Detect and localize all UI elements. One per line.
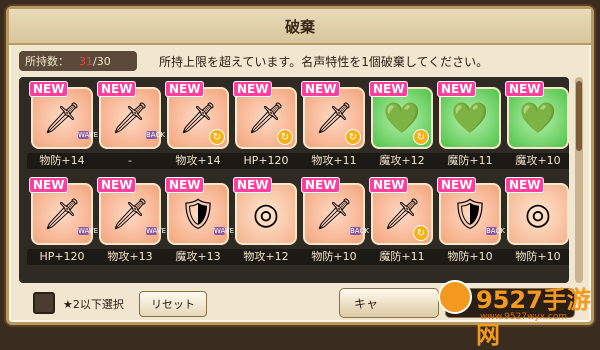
discard-notice: 所持上限を超えています。名声特性を1個破棄してください。 xyxy=(159,55,489,69)
new-badge: NEW xyxy=(233,81,273,97)
grid-scrollbar[interactable] xyxy=(575,77,583,283)
count-label: 所持数： xyxy=(25,55,69,68)
position-tag: WAVE xyxy=(78,227,99,235)
position-tag: WAVE xyxy=(214,227,235,235)
heart-icon: 💚 xyxy=(451,100,489,136)
new-badge: NEW xyxy=(437,177,477,193)
new-badge: NEW xyxy=(165,177,205,193)
trait-stat: 魔攻+13 xyxy=(163,249,233,265)
new-badge: NEW xyxy=(233,177,273,193)
new-badge: NEW xyxy=(369,81,409,97)
sword-icon: 🗡 xyxy=(110,196,150,232)
sword-icon: 🗡 xyxy=(42,100,82,136)
info-row: 所持数： 31 /30 所持上限を超えています。名声特性を1個破棄してください。 xyxy=(19,49,579,75)
dialog-title: 破棄 xyxy=(9,9,591,45)
new-badge: NEW xyxy=(369,177,409,193)
position-tag: WAVE xyxy=(78,131,99,139)
inventory-count: 所持数： 31 /30 xyxy=(19,51,137,71)
new-badge: NEW xyxy=(437,81,477,97)
trait-stat: - xyxy=(95,153,165,169)
watermark-logo-icon xyxy=(438,280,472,314)
new-badge: NEW xyxy=(29,177,69,193)
new-badge: NEW xyxy=(505,81,545,97)
trait-stat: 魔防+11 xyxy=(435,153,505,169)
heart-icon: 💚 xyxy=(519,100,557,136)
trait-stat: HP+120 xyxy=(231,153,301,169)
sword-icon: 🗡 xyxy=(42,196,82,232)
reset-button[interactable]: リセット xyxy=(139,291,207,317)
trait-stat: 物攻+12 xyxy=(231,249,301,265)
new-badge: NEW xyxy=(97,81,137,97)
trait-stat: 物攻+13 xyxy=(95,249,165,265)
sync-icon: ↻ xyxy=(345,129,361,145)
count-current: 31 xyxy=(79,54,93,68)
trait-stat: 物防+14 xyxy=(27,153,97,169)
sync-icon: ↻ xyxy=(209,129,225,145)
trait-stat: 魔攻+12 xyxy=(367,153,437,169)
sync-icon: ↻ xyxy=(413,129,429,145)
new-badge: NEW xyxy=(301,81,341,97)
site-watermark: 9527手游网 www.9527wyx.com xyxy=(438,278,598,349)
position-tag: BACK xyxy=(146,131,165,139)
trait-stat: 物攻+11 xyxy=(299,153,369,169)
sync-icon: ↻ xyxy=(277,129,293,145)
position-tag: BACK xyxy=(350,227,369,235)
filter-label: ★2以下選択 xyxy=(63,298,124,311)
shield-icon: 🛡 xyxy=(450,196,490,232)
trait-stat: 魔攻+10 xyxy=(503,153,569,169)
new-badge: NEW xyxy=(301,177,341,193)
trait-stat: 物防+10 xyxy=(503,249,569,265)
trait-stat: 物攻+14 xyxy=(163,153,233,169)
trait-stat: 物防+10 xyxy=(299,249,369,265)
sword-icon: 🗡 xyxy=(314,196,354,232)
sync-icon: ↻ xyxy=(413,225,429,241)
count-max: /30 xyxy=(93,54,111,68)
new-badge: NEW xyxy=(97,177,137,193)
shield-icon: 🛡 xyxy=(178,196,218,232)
scrollbar-thumb[interactable] xyxy=(576,81,582,151)
new-badge: NEW xyxy=(29,81,69,97)
new-badge: NEW xyxy=(165,81,205,97)
target-icon: ◎ xyxy=(524,196,552,232)
filter-checkbox[interactable] xyxy=(33,292,55,314)
trait-stat: HP+120 xyxy=(27,249,97,265)
watermark-url: www.9527wyx.com xyxy=(480,312,568,322)
trait-grid: 🗡 WAVE NEW 物防+14 🗡 BACK NEW - 🗡 ↻ NEW 物攻+14 🗡 ↻ NEW HP+… xyxy=(19,77,569,283)
sword-icon: 🗡 xyxy=(110,100,150,136)
trait-stat: 魔防+11 xyxy=(367,249,437,265)
new-badge: NEW xyxy=(505,177,545,193)
position-tag: BACK xyxy=(486,227,505,235)
target-icon: ◎ xyxy=(252,196,280,232)
position-tag: WAVE xyxy=(146,227,167,235)
trait-stat: 物防+10 xyxy=(435,249,505,265)
cancel-button[interactable]: キャ xyxy=(339,288,439,318)
